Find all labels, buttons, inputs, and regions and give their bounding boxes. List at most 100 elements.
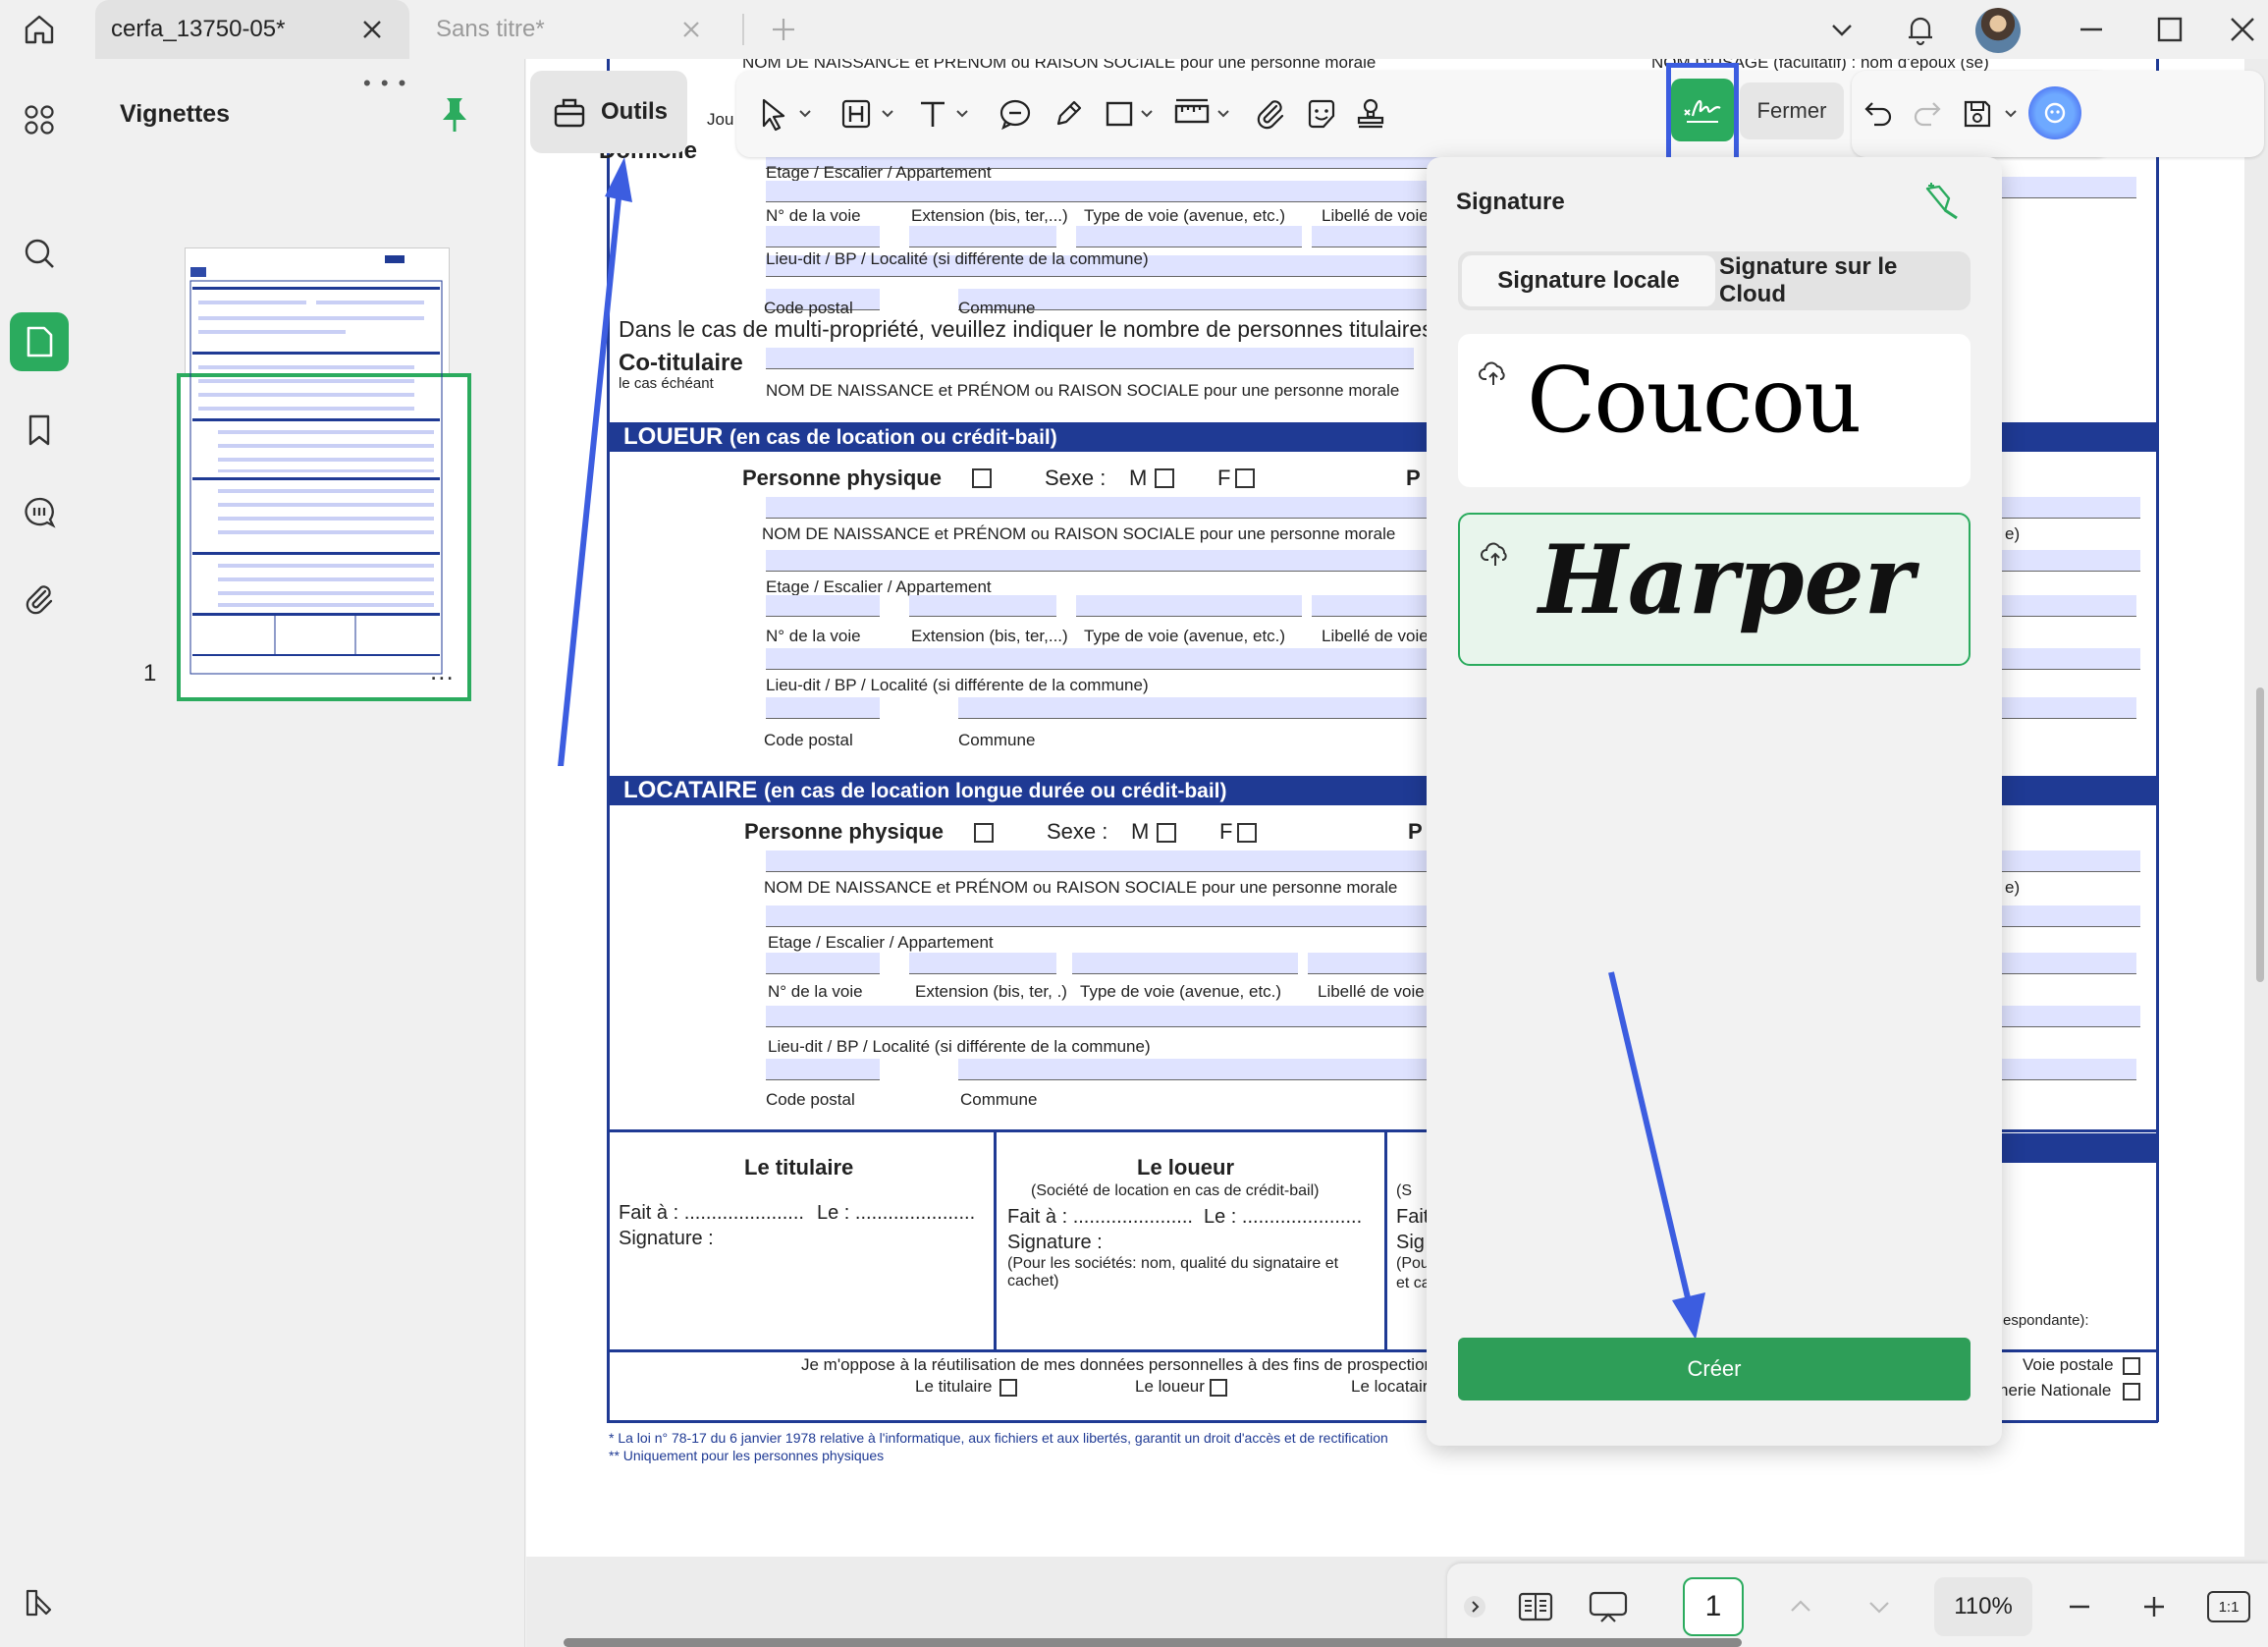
thumbnail-preview: [189, 255, 443, 675]
checkbox-voie-postale[interactable]: [2123, 1357, 2140, 1375]
zoom-in-icon[interactable]: [2133, 1585, 2176, 1628]
minimize-icon[interactable]: [2072, 10, 2111, 49]
tab-cerfa[interactable]: cerfa_13750-05*: [95, 0, 409, 59]
bell-icon[interactable]: [1901, 10, 1940, 49]
new-tab-icon[interactable]: [766, 12, 801, 47]
checkbox-opp-loueur[interactable]: [1210, 1379, 1227, 1397]
pin-panel-icon[interactable]: [1917, 179, 1963, 224]
field-extension-3[interactable]: [909, 953, 1056, 974]
field-num-voie-2[interactable]: [766, 595, 880, 617]
redo-icon[interactable]: [1903, 90, 1950, 137]
close-tab-icon[interactable]: [356, 14, 388, 45]
thumbnails-icon[interactable]: [10, 312, 69, 371]
select-arrow-icon[interactable]: [750, 90, 797, 137]
checkbox-gendarmerie[interactable]: [2123, 1383, 2140, 1400]
checkbox-m-1[interactable]: [1155, 468, 1174, 488]
creer-button[interactable]: Créer: [1458, 1338, 1971, 1400]
label-signature-1: Signature :: [619, 1228, 714, 1249]
drag-handle-icon[interactable]: • • •: [363, 71, 407, 96]
label-opp-loueur: Le loueur: [1135, 1377, 1205, 1396]
presentation-icon[interactable]: [1587, 1585, 1630, 1628]
signature-item-2[interactable]: Harper: [1458, 513, 1971, 666]
save-icon[interactable]: [1954, 90, 2001, 137]
field-code-postal-3[interactable]: [766, 1059, 880, 1080]
page-layout-icon[interactable]: [1514, 1585, 1557, 1628]
home-icon[interactable]: [20, 10, 59, 49]
field-extension-1[interactable]: [909, 226, 1056, 247]
checkbox-personne-physique-2[interactable]: [974, 823, 994, 843]
fermer-button[interactable]: Fermer: [1740, 82, 1844, 139]
checkbox-f-1[interactable]: [1235, 468, 1255, 488]
comment-icon[interactable]: [10, 483, 69, 542]
signature-item-1[interactable]: Coucou: [1458, 334, 1971, 487]
checkbox-m-2[interactable]: [1157, 823, 1176, 843]
field-cotitulaire[interactable]: [766, 348, 1414, 369]
text-icon[interactable]: [909, 90, 956, 137]
checkbox-personne-physique-1[interactable]: [972, 468, 992, 488]
label-lieu-dit-2: Lieu-dit / BP / Localité (si différente …: [766, 676, 1149, 694]
field-num-voie-3[interactable]: [766, 953, 880, 974]
chevron-down-icon[interactable]: [1215, 106, 1231, 122]
label-extension-1: Extension (bis, ter,...): [911, 206, 1068, 225]
page-number-input[interactable]: 1: [1683, 1577, 1744, 1636]
close-tab-icon[interactable]: [675, 14, 707, 45]
stamp-icon[interactable]: [1347, 90, 1394, 137]
field-code-postal-2[interactable]: [766, 697, 880, 719]
thumbnail-page-1[interactable]: [159, 183, 471, 701]
tab-sans-titre[interactable]: Sans titre*: [422, 0, 717, 59]
sig-divider-1: [994, 1129, 997, 1349]
pencil-icon[interactable]: [1045, 90, 1092, 137]
sticker-icon[interactable]: [1298, 90, 1345, 137]
chevron-down-icon[interactable]: [1139, 106, 1155, 122]
vertical-scrollbar[interactable]: [2256, 687, 2264, 982]
field-type-voie-3[interactable]: [1072, 953, 1298, 974]
label-respondante: espondante):: [2003, 1312, 2089, 1329]
attachment-icon[interactable]: [1247, 90, 1294, 137]
checkbox-opp-titulaire[interactable]: [999, 1379, 1017, 1397]
chevron-down-icon[interactable]: [2003, 106, 2019, 122]
label-extension-3: Extension (bis, ter, .): [915, 982, 1067, 1001]
cloud-upload-icon[interactable]: [1480, 538, 1511, 570]
cloud-upload-icon[interactable]: [1478, 357, 1509, 389]
highlight-icon[interactable]: [833, 90, 880, 137]
grid-icon[interactable]: [10, 90, 69, 149]
measure-icon[interactable]: [1168, 90, 1215, 137]
zoom-level[interactable]: 110%: [1934, 1577, 2032, 1636]
rectangle-icon[interactable]: [1096, 90, 1143, 137]
chevron-down-icon[interactable]: [880, 106, 895, 122]
label-libelle-3: Libellé de voie: [1318, 982, 1425, 1001]
label-nom-naissance-locataire: NOM DE NAISSANCE et PRÉNOM ou RAISON SOC…: [764, 878, 1398, 897]
maximize-icon[interactable]: [2150, 10, 2189, 49]
thumbnail-more-button[interactable]: ...: [430, 656, 455, 686]
chevron-down-icon[interactable]: [1858, 1585, 1901, 1628]
chevron-up-icon[interactable]: [1779, 1585, 1822, 1628]
paperclip-icon[interactable]: [10, 570, 69, 629]
horizontal-scrollbar[interactable]: [564, 1638, 1742, 1647]
field-num-voie-1[interactable]: [766, 226, 880, 247]
actual-size-button[interactable]: 1:1: [2207, 1591, 2250, 1622]
chevron-down-icon[interactable]: [954, 106, 970, 122]
zoom-out-icon[interactable]: [2058, 1585, 2101, 1628]
chevron-down-icon[interactable]: [797, 106, 813, 122]
tab-signature-locale[interactable]: Signature locale: [1462, 255, 1715, 306]
ai-assistant-icon[interactable]: [2028, 86, 2081, 139]
label-commune-3: Commune: [960, 1090, 1038, 1109]
comment-bubble-icon[interactable]: [992, 90, 1039, 137]
chevron-right-icon[interactable]: [1457, 1585, 1492, 1628]
bookmark-icon[interactable]: [10, 401, 69, 460]
avatar[interactable]: [1975, 8, 2021, 53]
checkbox-f-2[interactable]: [1237, 823, 1257, 843]
search-icon[interactable]: [10, 224, 69, 283]
pin-icon[interactable]: [437, 94, 472, 134]
outils-button[interactable]: Outils: [530, 71, 687, 153]
undo-icon[interactable]: [1856, 90, 1903, 137]
field-extension-2[interactable]: [909, 595, 1056, 617]
tab-signature-cloud[interactable]: Signature sur le Cloud: [1719, 253, 1967, 307]
field-type-voie-1[interactable]: [1076, 226, 1302, 247]
field-right-1[interactable]: [1999, 177, 2136, 198]
field-type-voie-2[interactable]: [1076, 595, 1302, 617]
close-window-icon[interactable]: [2223, 10, 2262, 49]
sidebar-toggle-icon[interactable]: [18, 1581, 61, 1624]
chevron-down-icon[interactable]: [1822, 10, 1862, 49]
label-sexe-1: Sexe :: [1045, 466, 1107, 490]
